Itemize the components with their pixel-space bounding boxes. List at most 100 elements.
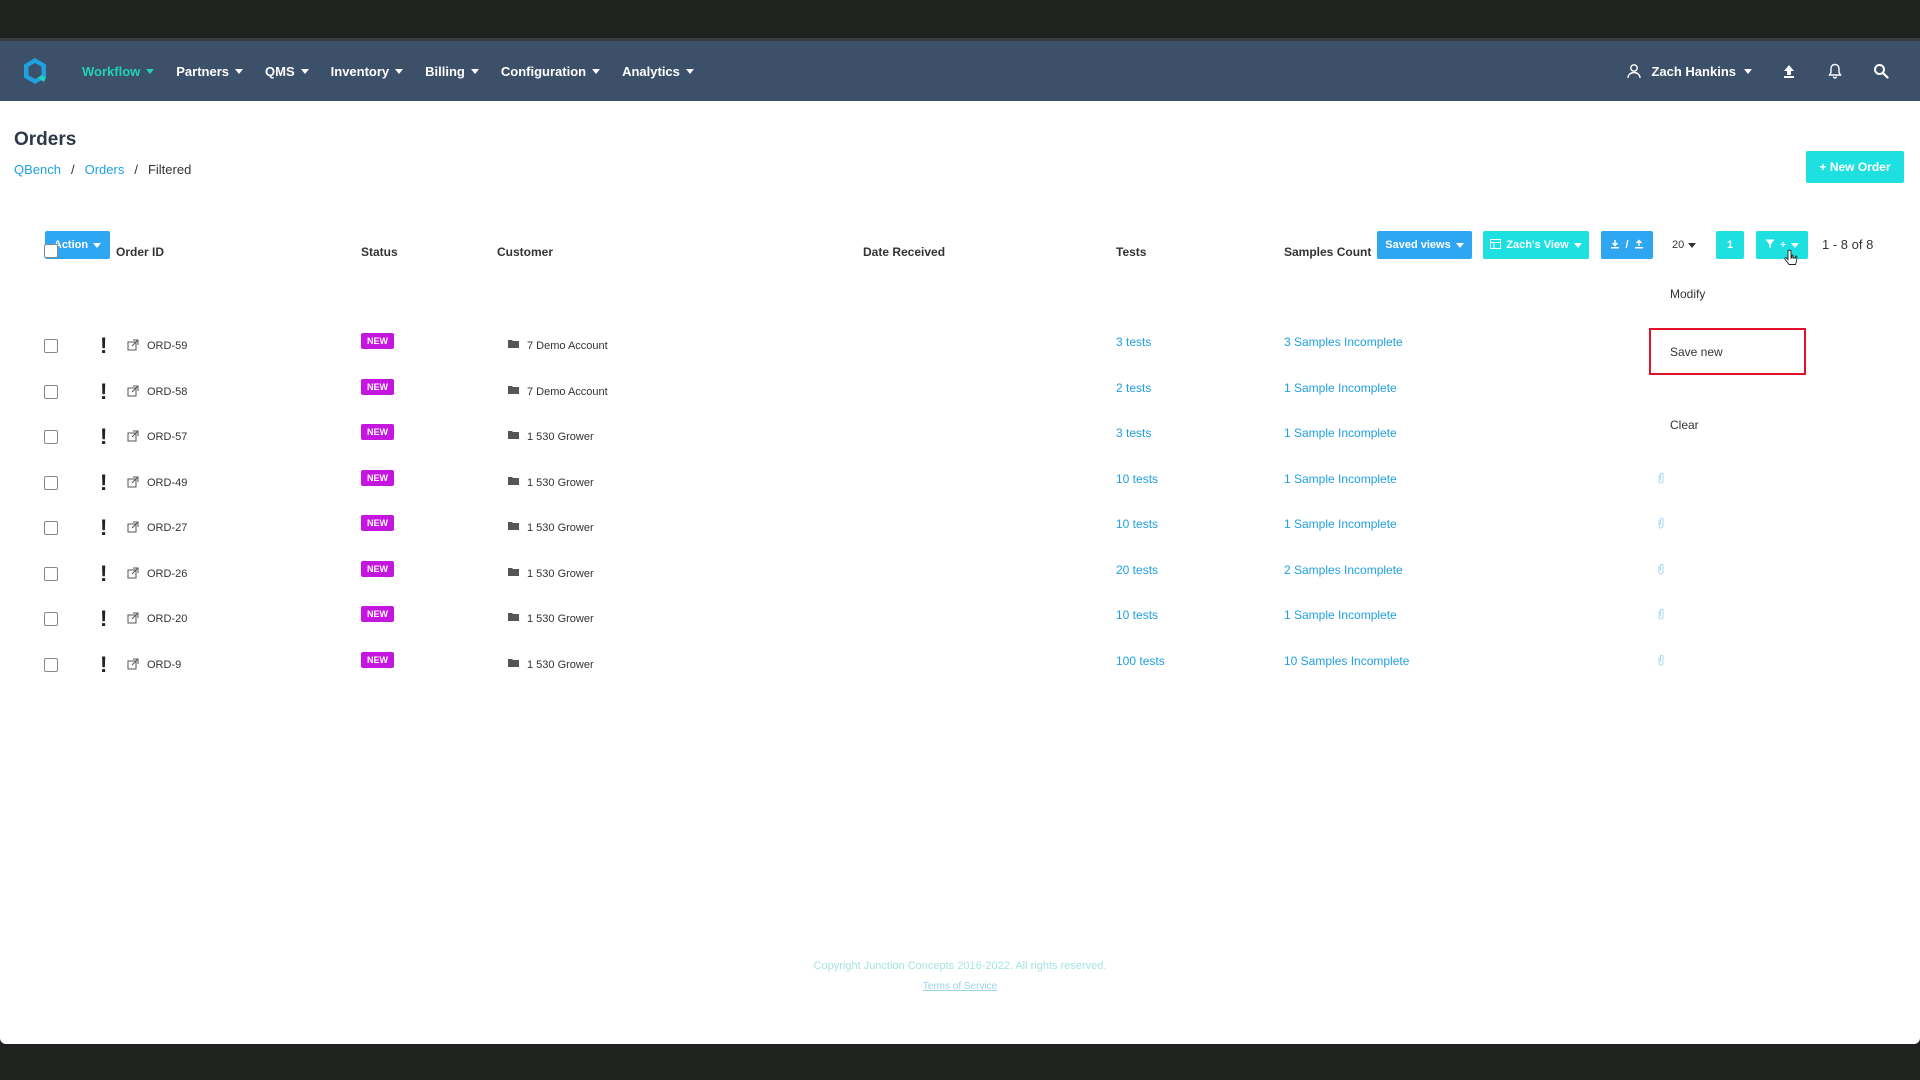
open-link-icon[interactable] bbox=[127, 567, 139, 579]
filter-icon bbox=[1765, 239, 1775, 252]
nav-inventory[interactable]: Inventory bbox=[331, 64, 404, 79]
open-link-icon[interactable] bbox=[127, 658, 139, 670]
qbench-logo[interactable] bbox=[20, 56, 50, 86]
breadcrumb-qbench[interactable]: QBench bbox=[14, 162, 61, 177]
filter-button[interactable]: + bbox=[1756, 231, 1808, 259]
open-link-icon[interactable] bbox=[127, 430, 139, 442]
customer-name[interactable]: 1 530 Grower bbox=[527, 431, 594, 443]
customer-name[interactable]: 7 Demo Account bbox=[527, 340, 608, 352]
row-checkbox[interactable] bbox=[44, 521, 58, 535]
tests-link[interactable]: 10 tests bbox=[1116, 517, 1158, 531]
order-id[interactable]: ORD-57 bbox=[147, 431, 187, 443]
search-icon[interactable] bbox=[1872, 62, 1890, 80]
attachment-icon[interactable] bbox=[1657, 517, 1665, 529]
row-checkbox[interactable] bbox=[44, 339, 58, 353]
samples-link[interactable]: 1 Sample Incomplete bbox=[1284, 472, 1397, 486]
filter-menu-clear[interactable]: Clear bbox=[1670, 418, 1699, 432]
attachment-icon[interactable] bbox=[1657, 472, 1665, 484]
select-all-checkbox[interactable] bbox=[44, 244, 58, 258]
order-id[interactable]: ORD-58 bbox=[147, 386, 187, 398]
customer-name[interactable]: 1 530 Grower bbox=[527, 613, 594, 625]
open-link-icon[interactable] bbox=[127, 476, 139, 488]
order-id[interactable]: ORD-59 bbox=[147, 340, 187, 352]
chevron-down-icon bbox=[685, 68, 694, 74]
open-link-icon[interactable] bbox=[127, 339, 139, 351]
column-header-customer[interactable]: Customer bbox=[497, 245, 553, 259]
row-checkbox[interactable] bbox=[44, 385, 58, 399]
order-id[interactable]: ORD-9 bbox=[147, 659, 181, 671]
table-row[interactable]: ! ORD-59 NEW 7 Demo Account 3 tests 3 Sa… bbox=[0, 329, 1920, 374]
nav-partners[interactable]: Partners bbox=[176, 64, 244, 79]
nav-billing[interactable]: Billing bbox=[425, 64, 479, 79]
row-checkbox[interactable] bbox=[44, 476, 58, 490]
breadcrumb-orders[interactable]: Orders bbox=[85, 162, 125, 177]
samples-link[interactable]: 1 Sample Incomplete bbox=[1284, 426, 1397, 440]
open-link-icon[interactable] bbox=[127, 612, 139, 624]
tests-link[interactable]: 3 tests bbox=[1116, 335, 1151, 349]
table-row[interactable]: ! ORD-27 NEW 1 530 Grower 10 tests 1 Sam… bbox=[0, 511, 1920, 556]
bell-icon[interactable] bbox=[1826, 62, 1844, 80]
attachment-icon[interactable] bbox=[1657, 563, 1665, 575]
column-header-date-received[interactable]: Date Received bbox=[863, 245, 945, 259]
new-order-button[interactable]: + New Order bbox=[1806, 151, 1904, 183]
column-header-tests[interactable]: Tests bbox=[1116, 245, 1146, 259]
tests-link[interactable]: 10 tests bbox=[1116, 472, 1158, 486]
order-id[interactable]: ORD-27 bbox=[147, 522, 187, 534]
row-checkbox[interactable] bbox=[44, 658, 58, 672]
samples-link[interactable]: 10 Samples Incomplete bbox=[1284, 654, 1409, 668]
open-link-icon[interactable] bbox=[127, 521, 139, 533]
per-page-select[interactable]: 20 bbox=[1672, 231, 1706, 259]
samples-link[interactable]: 1 Sample Incomplete bbox=[1284, 517, 1397, 531]
table-row[interactable]: ! ORD-49 NEW 1 530 Grower 10 tests 1 Sam… bbox=[0, 466, 1920, 511]
slash-divider: / bbox=[1625, 239, 1629, 251]
column-header-samples-count[interactable]: Samples Count bbox=[1284, 245, 1371, 259]
table-row[interactable]: ! ORD-57 NEW 1 530 Grower 3 tests 1 Samp… bbox=[0, 420, 1920, 465]
samples-link[interactable]: 3 Samples Incomplete bbox=[1284, 335, 1403, 349]
terms-of-service-link[interactable]: Terms of Service bbox=[0, 981, 1920, 992]
import-export-button[interactable]: / bbox=[1601, 231, 1653, 259]
customer-name[interactable]: 1 530 Grower bbox=[527, 522, 594, 534]
column-header-status[interactable]: Status bbox=[361, 245, 398, 259]
chevron-down-icon bbox=[1455, 242, 1464, 248]
samples-link[interactable]: 2 Samples Incomplete bbox=[1284, 563, 1403, 577]
row-checkbox[interactable] bbox=[44, 612, 58, 626]
breadcrumb: QBench / Orders / Filtered bbox=[14, 162, 191, 177]
customer-name[interactable]: 1 530 Grower bbox=[527, 477, 594, 489]
row-checkbox[interactable] bbox=[44, 567, 58, 581]
current-view-button[interactable]: Zach's View bbox=[1483, 231, 1589, 259]
tests-link[interactable]: 20 tests bbox=[1116, 563, 1158, 577]
action-label: Action bbox=[53, 239, 89, 251]
row-checkbox[interactable] bbox=[44, 430, 58, 444]
tests-link[interactable]: 10 tests bbox=[1116, 608, 1158, 622]
upload-icon[interactable] bbox=[1780, 62, 1798, 80]
samples-link[interactable]: 1 Sample Incomplete bbox=[1284, 608, 1397, 622]
nav-qms[interactable]: QMS bbox=[265, 64, 309, 79]
tests-link[interactable]: 100 tests bbox=[1116, 654, 1165, 668]
tests-link[interactable]: 2 tests bbox=[1116, 381, 1151, 395]
page-1-button[interactable]: 1 bbox=[1716, 231, 1744, 259]
column-header-order-id[interactable]: Order ID bbox=[116, 245, 164, 259]
filter-menu-modify[interactable]: Modify bbox=[1670, 287, 1705, 301]
samples-link[interactable]: 1 Sample Incomplete bbox=[1284, 381, 1397, 395]
saved-views-button[interactable]: Saved views bbox=[1377, 231, 1472, 259]
customer-name[interactable]: 1 530 Grower bbox=[527, 568, 594, 580]
attachment-icon[interactable] bbox=[1657, 654, 1665, 666]
customer-name[interactable]: 7 Demo Account bbox=[527, 386, 608, 398]
nav-analytics[interactable]: Analytics bbox=[622, 64, 694, 79]
tests-link[interactable]: 3 tests bbox=[1116, 426, 1151, 440]
order-id[interactable]: ORD-26 bbox=[147, 568, 187, 580]
top-navbar: Workflow Partners QMS Inventory Billing … bbox=[0, 41, 1920, 101]
user-menu[interactable]: Zach Hankins bbox=[1625, 62, 1752, 80]
nav-configuration[interactable]: Configuration bbox=[501, 64, 601, 79]
table-row[interactable]: ! ORD-20 NEW 1 530 Grower 10 tests 1 Sam… bbox=[0, 602, 1920, 647]
attachment-icon[interactable] bbox=[1657, 608, 1665, 620]
table-row[interactable]: ! ORD-26 NEW 1 530 Grower 20 tests 2 Sam… bbox=[0, 557, 1920, 602]
order-id[interactable]: ORD-49 bbox=[147, 477, 187, 489]
chevron-down-icon bbox=[592, 68, 601, 74]
customer-name[interactable]: 1 530 Grower bbox=[527, 659, 594, 671]
order-id[interactable]: ORD-20 bbox=[147, 613, 187, 625]
open-link-icon[interactable] bbox=[127, 385, 139, 397]
table-row[interactable]: ! ORD-9 NEW 1 530 Grower 100 tests 10 Sa… bbox=[0, 648, 1920, 693]
table-row[interactable]: ! ORD-58 NEW 7 Demo Account 2 tests 1 Sa… bbox=[0, 375, 1920, 420]
nav-workflow[interactable]: Workflow bbox=[82, 64, 155, 79]
